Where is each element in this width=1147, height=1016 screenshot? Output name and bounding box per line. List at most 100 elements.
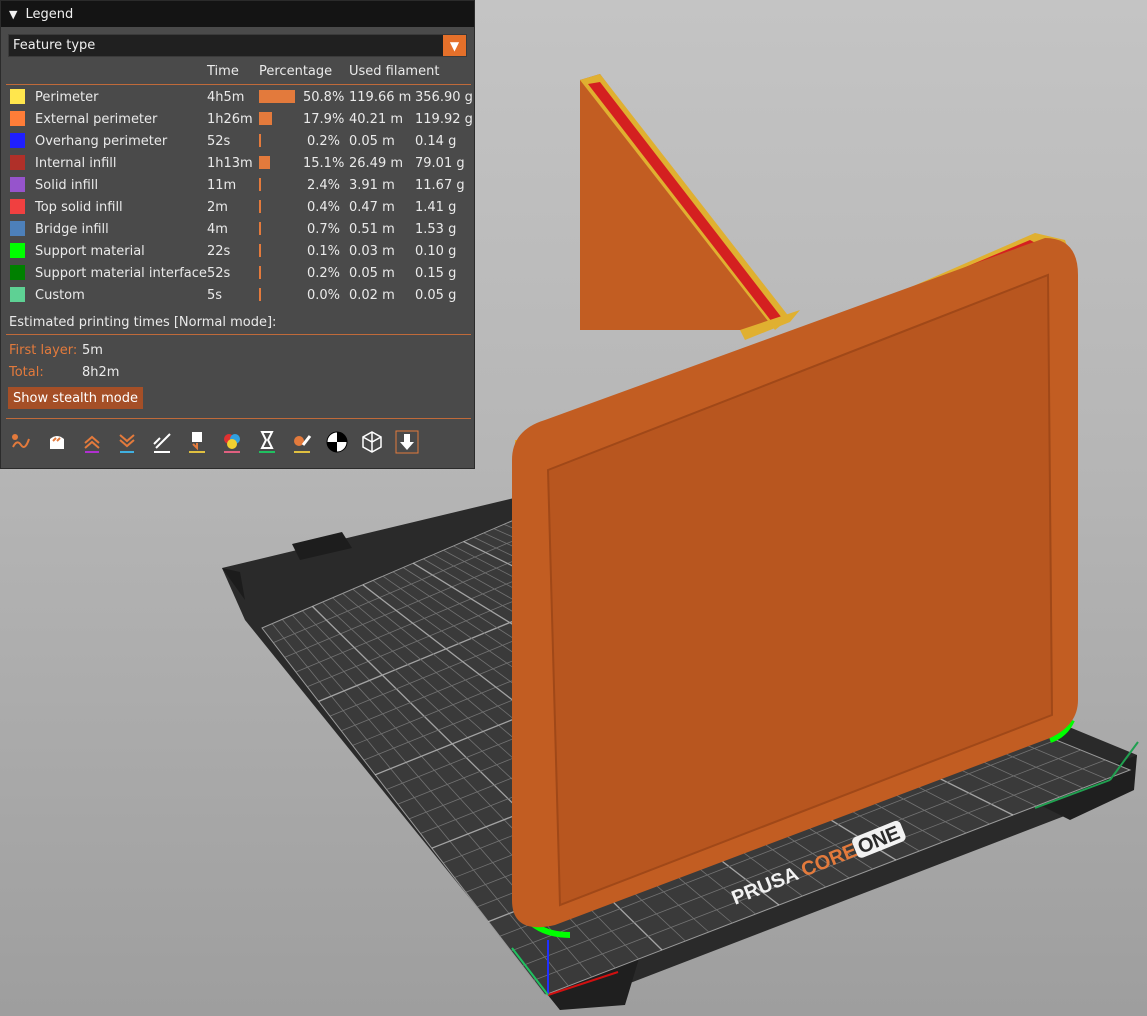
feature-percentage: 0.7%: [306, 222, 340, 237]
color-swatch: [10, 287, 25, 302]
percentage-bar: [259, 178, 261, 191]
legend-row[interactable]: Overhang perimeter 52s 0.2% 0.05 m 0.14 g: [1, 131, 476, 153]
feature-time: 2m: [207, 200, 228, 215]
legend-row[interactable]: Top solid infill 2m 0.4% 0.47 m 1.41 g: [1, 197, 476, 219]
feature-weight: 1.41 g: [415, 200, 457, 215]
percentage-bar: [259, 266, 261, 279]
percentage-bar: [259, 156, 270, 169]
dropdown-arrow-icon[interactable]: ▼: [443, 35, 466, 56]
feature-weight: 0.14 g: [415, 134, 457, 149]
collapse-triangle-icon[interactable]: ▼: [9, 8, 17, 21]
color-swatch: [10, 111, 25, 126]
feature-percentage: 0.4%: [306, 200, 340, 215]
legend-row[interactable]: Support material 22s 0.1% 0.03 m 0.10 g: [1, 241, 476, 263]
color-swatch: [10, 199, 25, 214]
feature-length: 0.51 m: [349, 222, 395, 237]
feature-percentage: 0.2%: [306, 134, 340, 149]
feature-percentage: 17.9%: [303, 112, 345, 127]
legend-row[interactable]: Perimeter 4h5m 50.8% 119.66 m 356.90 g: [1, 87, 476, 109]
feature-label: Overhang perimeter: [35, 134, 168, 149]
view-type-select[interactable]: Feature type ▼: [8, 34, 467, 57]
feature-time: 52s: [207, 266, 231, 281]
estimated-times-title: Estimated printing times [Normal mode]:: [9, 315, 277, 330]
feature-percentage: 0.1%: [306, 244, 340, 259]
legend-titlebar[interactable]: ▼ Legend: [1, 1, 474, 27]
feature-weight: 0.15 g: [415, 266, 457, 281]
feature-time: 22s: [207, 244, 231, 259]
color-swatch: [10, 133, 25, 148]
color-swatch: [10, 243, 25, 258]
legend-row[interactable]: Custom 5s 0.0% 0.02 m 0.05 g: [1, 285, 476, 307]
toolbar-divider: [6, 418, 471, 419]
color-swatch: [10, 265, 25, 280]
legend-row[interactable]: Bridge infill 4m 0.7% 0.51 m 1.53 g: [1, 219, 476, 241]
feature-weight: 0.05 g: [415, 288, 457, 303]
first-layer-label: First layer:: [9, 343, 78, 358]
feature-length: 0.05 m: [349, 266, 395, 281]
color-swatch: [10, 155, 25, 170]
feature-weight: 119.92 g: [415, 112, 473, 127]
legend-row[interactable]: External perimeter 1h26m 17.9% 40.21 m 119.9…: [1, 109, 476, 131]
feature-weight: 0.10 g: [415, 244, 457, 259]
feature-label: Support material interface: [35, 266, 207, 281]
legend-row[interactable]: Solid infill 11m 2.4% 3.91 m 11.67 g: [1, 175, 476, 197]
feature-label: Internal infill: [35, 156, 117, 171]
legend-panel: ▼ Legend Feature type ▼ Time Percentage …: [0, 0, 475, 469]
feature-length: 0.05 m: [349, 134, 395, 149]
feature-percentage: 0.0%: [306, 288, 340, 303]
feature-percentage: 15.1%: [303, 156, 345, 171]
column-used-filament: Used filament: [349, 64, 440, 79]
feature-length: 0.03 m: [349, 244, 395, 259]
percentage-bar: [259, 112, 272, 125]
feature-label: External perimeter: [35, 112, 158, 127]
show-stealth-mode-button[interactable]: Show stealth mode: [8, 387, 143, 409]
feature-percentage: 2.4%: [306, 178, 340, 193]
deretractions-icon[interactable]: [112, 427, 142, 457]
feature-percentage: 50.8%: [303, 90, 345, 105]
percentage-bar: [259, 200, 261, 213]
feature-length: 40.21 m: [349, 112, 404, 127]
feature-length: 0.02 m: [349, 288, 395, 303]
color-swatch: [10, 221, 25, 236]
percentage-bar: [259, 288, 261, 301]
feature-label: Support material: [35, 244, 145, 259]
feature-label: Bridge infill: [35, 222, 109, 237]
feature-label: Solid infill: [35, 178, 99, 193]
total-value: 8h2m: [82, 365, 120, 380]
percentage-bar: [259, 134, 261, 147]
feature-time: 11m: [207, 178, 237, 193]
travel-icon[interactable]: [7, 427, 37, 457]
percentage-bar: [259, 222, 261, 235]
column-time: Time: [207, 64, 239, 79]
percentage-bar: [259, 90, 295, 103]
custom-gcode-icon[interactable]: [287, 427, 317, 457]
feature-weight: 356.90 g: [415, 90, 473, 105]
color-changes-icon[interactable]: [217, 427, 247, 457]
feature-weight: 11.67 g: [415, 178, 465, 193]
tool-changes-icon[interactable]: [182, 427, 212, 457]
feature-length: 3.91 m: [349, 178, 395, 193]
feature-time: 4m: [207, 222, 228, 237]
color-swatch: [10, 177, 25, 192]
center-of-gravity-icon[interactable]: [322, 427, 352, 457]
feature-label: Top solid infill: [35, 200, 123, 215]
pause-icon[interactable]: [252, 427, 282, 457]
feature-percentage: 0.2%: [306, 266, 340, 281]
retractions-icon[interactable]: [77, 427, 107, 457]
feature-length: 26.49 m: [349, 156, 404, 171]
times-divider: [6, 334, 471, 335]
feature-weight: 79.01 g: [415, 156, 465, 171]
feature-label: Perimeter: [35, 90, 99, 105]
feature-length: 119.66 m: [349, 90, 412, 105]
legend-row[interactable]: Support material interface 52s 0.2% 0.05 m 0…: [1, 263, 476, 285]
feature-weight: 1.53 g: [415, 222, 457, 237]
feature-time: 4h5m: [207, 90, 245, 105]
seams-icon[interactable]: [147, 427, 177, 457]
feature-length: 0.47 m: [349, 200, 395, 215]
first-layer-value: 5m: [82, 343, 103, 358]
color-swatch: [10, 89, 25, 104]
legend-row[interactable]: Internal infill 1h13m 15.1% 26.49 m 79.01 g: [1, 153, 476, 175]
shells-icon[interactable]: [357, 427, 387, 457]
tool-marker-icon[interactable]: [392, 427, 422, 457]
wipe-icon[interactable]: [42, 427, 72, 457]
